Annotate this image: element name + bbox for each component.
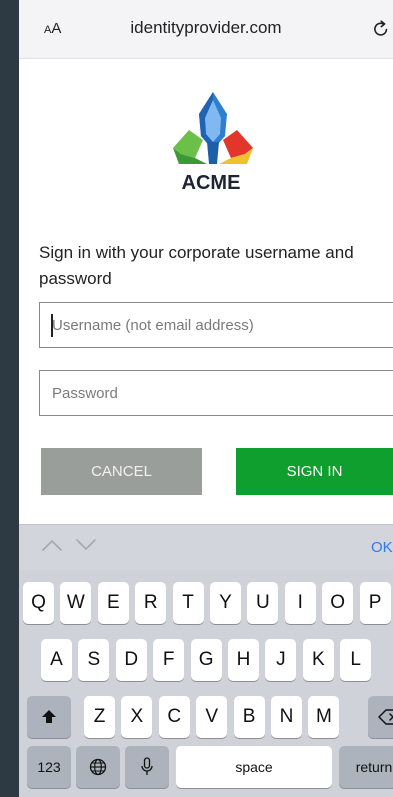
key-t[interactable]: T — [172, 582, 204, 624]
shift-key[interactable] — [27, 696, 71, 738]
browser-window: AA identityprovider.com ACME Sign in wit… — [19, 0, 393, 797]
keyboard-toolbar: OK — [19, 524, 393, 570]
username-input[interactable]: Username (not email address) — [39, 302, 393, 348]
globe-key[interactable] — [76, 746, 120, 788]
key-b[interactable]: B — [233, 696, 265, 738]
logo-wordmark: ACME — [181, 172, 241, 194]
key-z[interactable]: Z — [84, 696, 115, 738]
key-l[interactable]: L — [340, 639, 372, 681]
key-v[interactable]: V — [196, 696, 228, 738]
cancel-button[interactable]: CANCEL — [41, 448, 202, 495]
keyboard-done-button[interactable]: OK — [371, 539, 393, 556]
key-d[interactable]: D — [115, 639, 147, 681]
return-key[interactable]: return — [339, 746, 393, 788]
key-k[interactable]: K — [302, 639, 334, 681]
chevron-up-icon[interactable] — [41, 538, 63, 552]
key-x[interactable]: X — [121, 696, 153, 738]
key-r[interactable]: R — [135, 582, 167, 624]
key-a[interactable]: A — [41, 639, 72, 681]
key-i[interactable]: I — [284, 582, 316, 624]
key-f[interactable]: F — [153, 639, 185, 681]
backspace-icon — [378, 709, 393, 725]
key-e[interactable]: E — [97, 582, 129, 624]
key-m[interactable]: M — [308, 696, 340, 738]
key-y[interactable]: Y — [210, 582, 241, 624]
numbers-key[interactable]: 123 — [27, 746, 71, 788]
dictation-key[interactable] — [125, 746, 169, 788]
key-u[interactable]: U — [247, 582, 279, 624]
microphone-icon — [141, 757, 153, 775]
key-j[interactable]: J — [265, 639, 297, 681]
key-n[interactable]: N — [271, 696, 302, 738]
username-placeholder: Username (not email address) — [52, 317, 254, 334]
key-g[interactable]: G — [190, 639, 222, 681]
password-placeholder: Password — [52, 385, 118, 402]
globe-icon — [89, 758, 107, 776]
key-o[interactable]: O — [322, 582, 354, 624]
key-c[interactable]: C — [158, 696, 190, 738]
signin-instructions: Sign in with your corporate username and… — [39, 243, 354, 288]
key-q[interactable]: Q — [23, 582, 54, 624]
space-key[interactable]: space — [176, 746, 332, 788]
key-h[interactable]: H — [228, 639, 259, 681]
onscreen-keyboard: QWERTYUIOP ASDFGHJKL ZXCVBNM 123 space r… — [19, 570, 393, 797]
shift-icon — [42, 709, 56, 723]
key-w[interactable]: W — [60, 582, 92, 624]
password-input[interactable]: Password — [39, 370, 393, 416]
address-bar: AA identityprovider.com — [19, 0, 393, 59]
key-s[interactable]: S — [78, 639, 110, 681]
key-p[interactable]: P — [359, 582, 391, 624]
signin-button[interactable]: SIGN IN — [236, 448, 393, 495]
url-display[interactable]: identityprovider.com — [19, 18, 393, 38]
reload-icon[interactable] — [371, 19, 391, 39]
backspace-key[interactable] — [368, 696, 393, 738]
chevron-down-icon[interactable] — [75, 538, 97, 552]
